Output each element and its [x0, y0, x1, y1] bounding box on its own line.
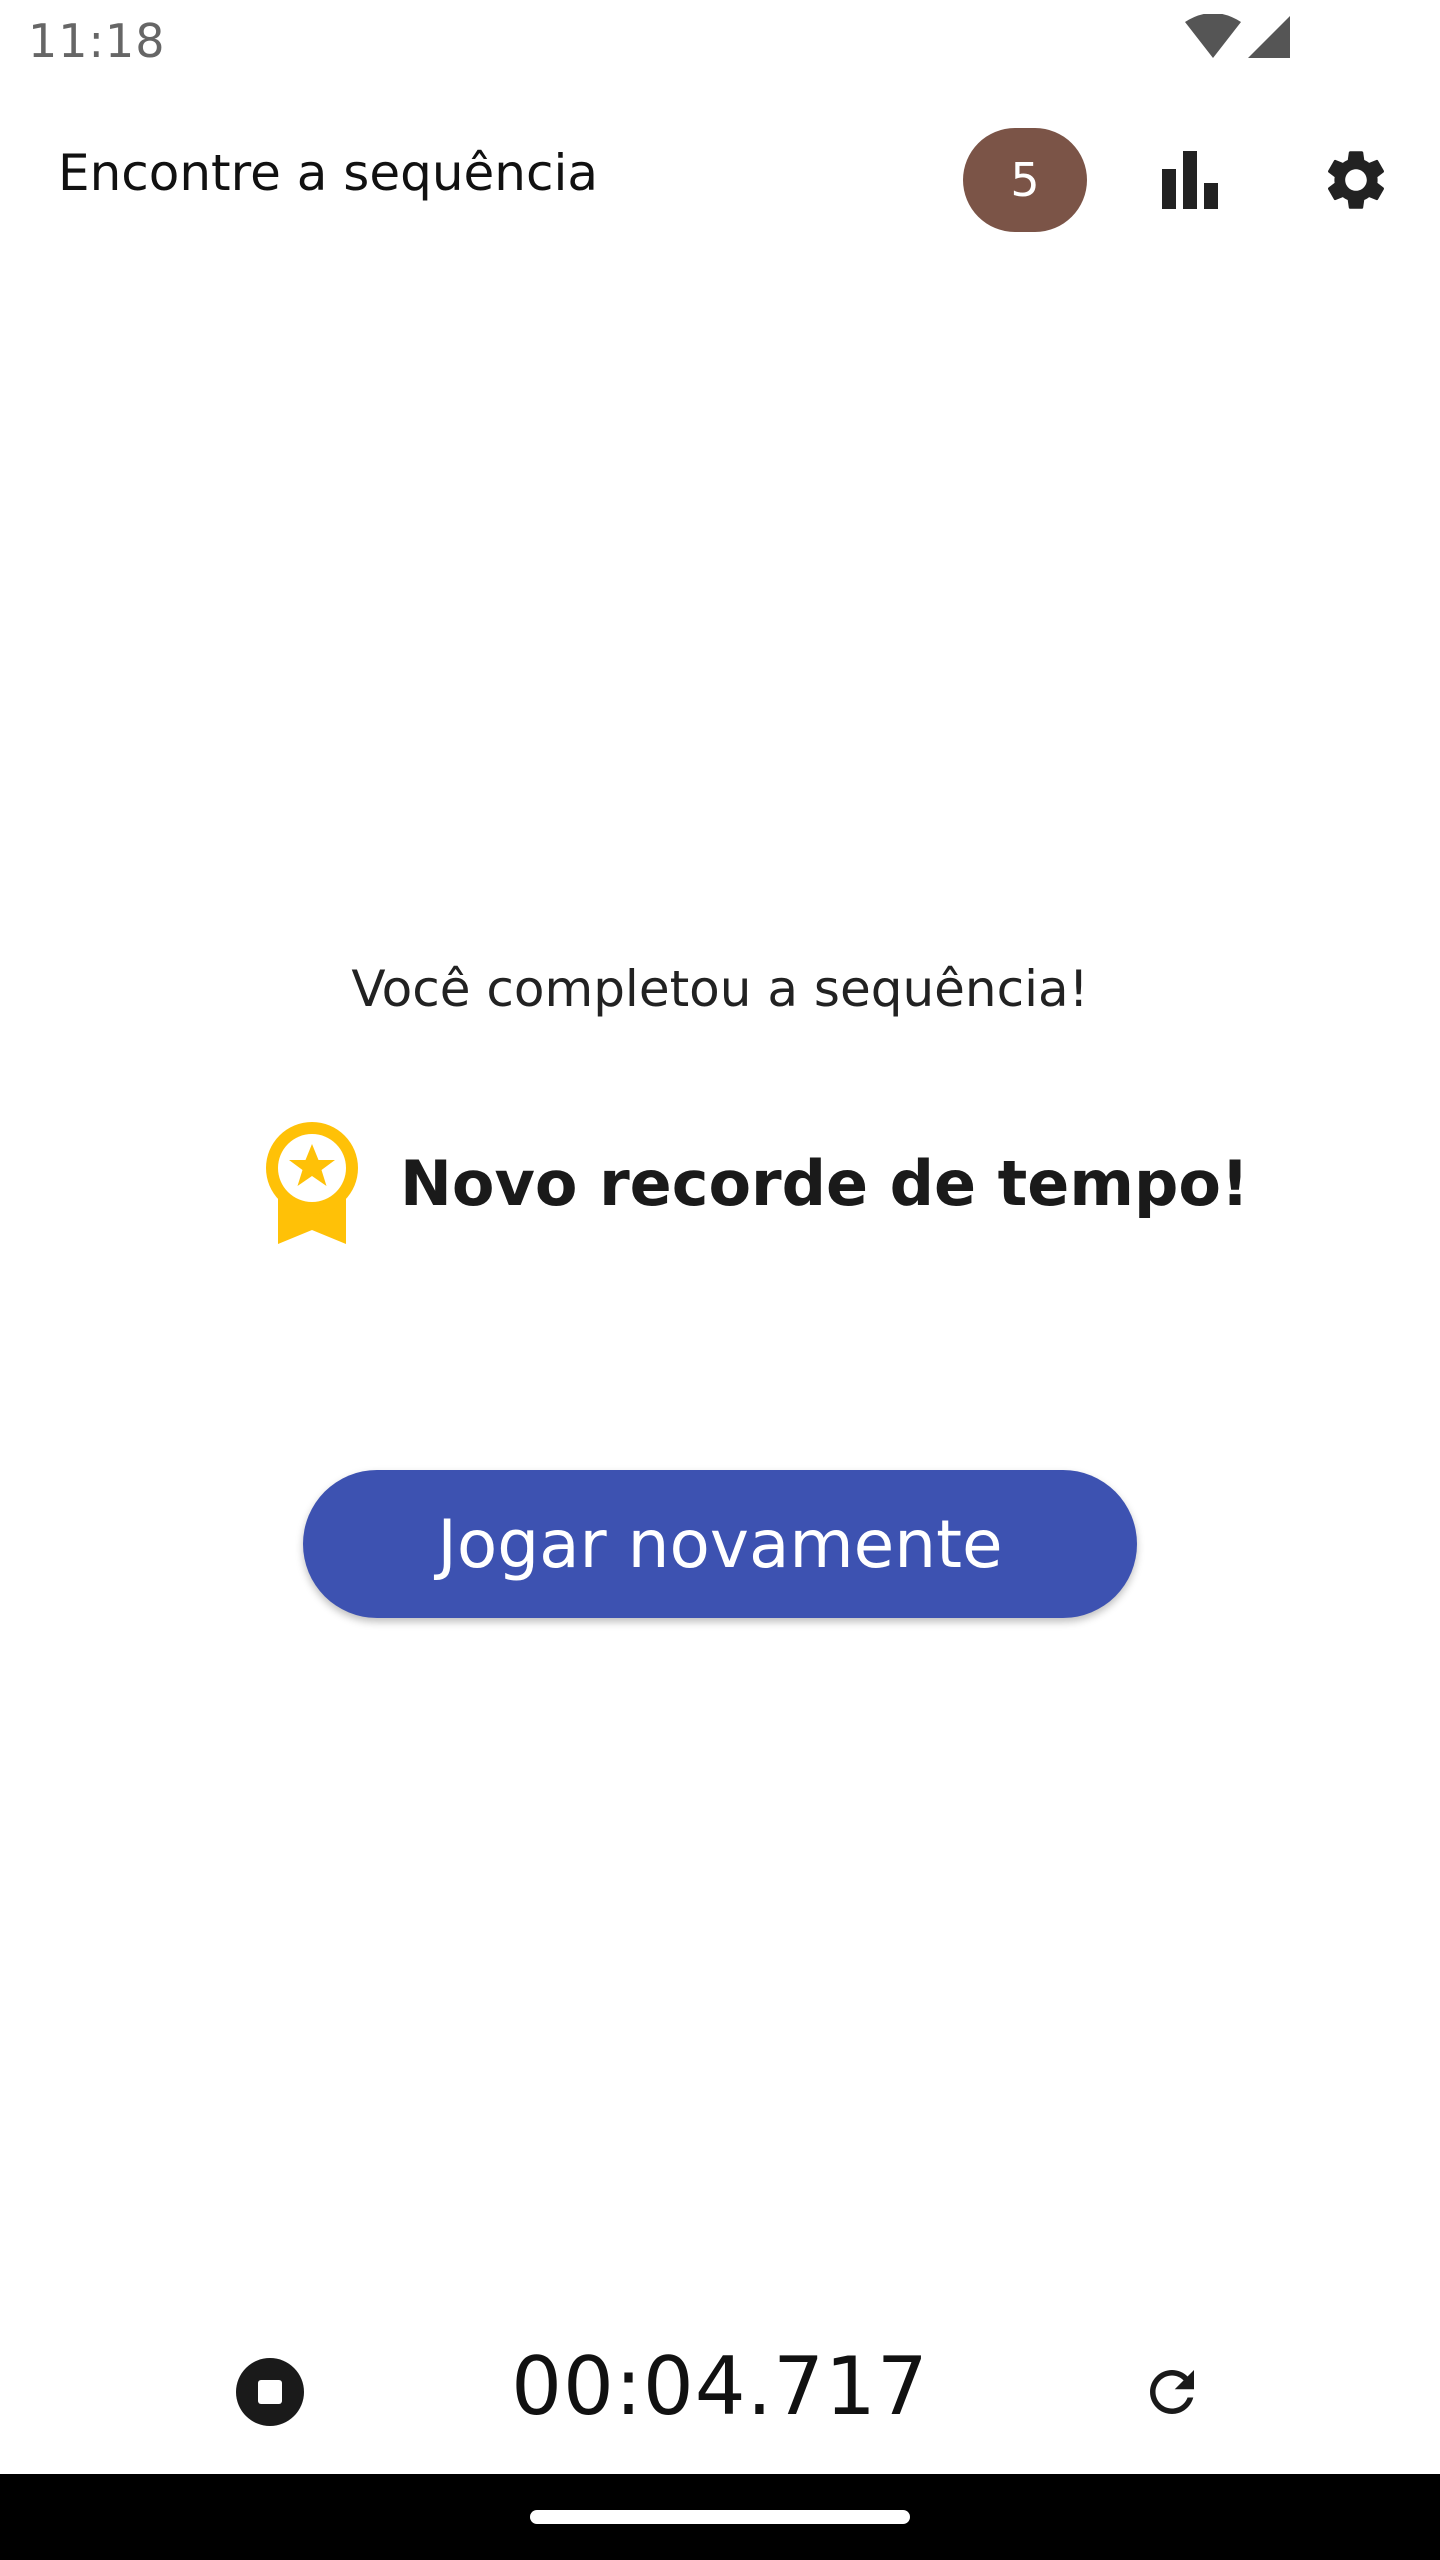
record-text: Novo recorde de tempo!	[400, 1146, 1250, 1220]
restart-button[interactable]	[1134, 2354, 1210, 2430]
wifi-icon	[1185, 14, 1241, 58]
bar-chart-icon	[1162, 151, 1218, 209]
home-gesture-handle[interactable]	[530, 2510, 910, 2524]
streak-badge[interactable]: 5	[963, 128, 1087, 232]
app-title: Encontre a sequência	[58, 144, 599, 202]
status-icons	[1184, 14, 1292, 60]
app-bar: Encontre a sequência 5	[0, 84, 1440, 274]
play-again-label: Jogar novamente	[437, 1505, 1003, 1583]
gear-icon	[1327, 151, 1385, 209]
record-row: Novo recorde de tempo!	[264, 1118, 1249, 1248]
settings-button[interactable]	[1312, 136, 1400, 224]
completion-message: Você completou a sequência!	[351, 960, 1089, 1018]
status-bar: 11:18	[0, 0, 1440, 84]
screen: 11:18 Encontre a sequência 5 Você comple…	[0, 0, 1440, 2560]
refresh-icon	[1150, 2370, 1194, 2414]
cell-signal-icon	[1248, 16, 1290, 58]
streak-count: 5	[1010, 153, 1040, 207]
timer-bar: 00:04.717	[0, 2330, 1440, 2450]
play-again-button[interactable]: Jogar novamente	[303, 1470, 1137, 1618]
stats-button[interactable]	[1148, 138, 1232, 222]
timer-display: 00:04.717	[511, 2340, 929, 2433]
status-time: 11:18	[28, 14, 166, 68]
navigation-bar	[0, 2474, 1440, 2560]
award-medal-icon	[266, 1122, 358, 1244]
